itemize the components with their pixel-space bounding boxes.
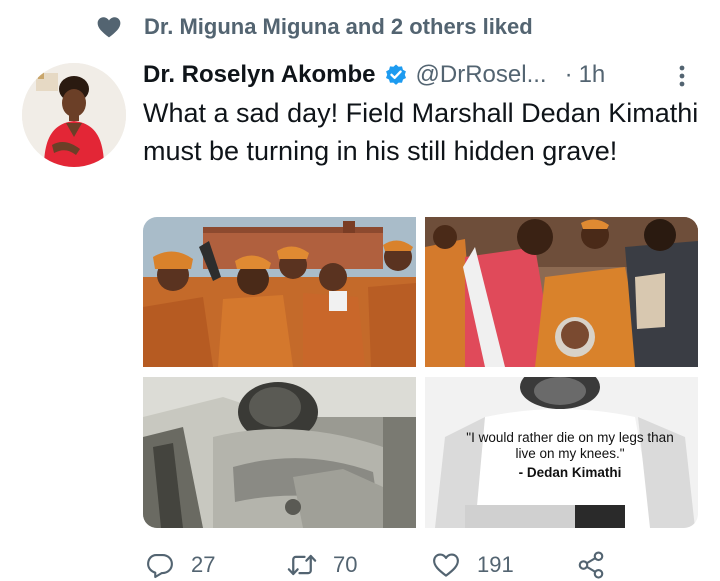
avatar[interactable] bbox=[22, 63, 126, 167]
retweet-button[interactable]: 70 bbox=[287, 548, 357, 581]
reply-icon bbox=[147, 553, 173, 579]
tweet-time[interactable]: 1h bbox=[579, 61, 606, 89]
like-icon bbox=[433, 553, 459, 577]
reply-count: 27 bbox=[191, 552, 216, 577]
social-context-text: Dr. Miguna Miguna and 2 others liked bbox=[144, 14, 533, 39]
share-button[interactable] bbox=[576, 548, 606, 581]
retweet-count: 70 bbox=[333, 552, 358, 577]
media-grid: "I would rather die on my legs than live… bbox=[143, 217, 698, 528]
retweet-icon bbox=[287, 554, 317, 576]
heart-icon bbox=[97, 17, 121, 38]
author-handle[interactable]: @DrRosel... bbox=[416, 61, 547, 89]
tweet-text: What a sad day! Field Marshall Dedan Kim… bbox=[143, 98, 699, 166]
photo-elder-greeting[interactable] bbox=[425, 217, 698, 367]
quote-author: - Dedan Kimathi bbox=[518, 465, 622, 480]
author-name[interactable]: Dr. Roselyn Akombe bbox=[143, 61, 376, 89]
photo-kimathi-bw[interactable] bbox=[143, 377, 416, 528]
tweet-actions: 27 70 191 bbox=[143, 548, 613, 581]
separator-dot: · bbox=[564, 61, 573, 88]
like-button[interactable]: 191 bbox=[431, 548, 514, 581]
share-icon bbox=[578, 551, 604, 579]
more-options-icon[interactable] bbox=[675, 62, 689, 90]
reply-button[interactable]: 27 bbox=[145, 548, 215, 581]
like-count: 191 bbox=[477, 552, 514, 577]
verified-badge-icon bbox=[385, 64, 406, 85]
photo-kimathi-quote[interactable]: "I would rather die on my legs than live… bbox=[425, 377, 698, 528]
quote-text: "I would rather die on my legs than live… bbox=[466, 430, 674, 461]
tweet-header: Dr. Roselyn Akombe @DrRosel... · 1h bbox=[143, 60, 703, 90]
photo-elders-group[interactable] bbox=[143, 217, 416, 367]
